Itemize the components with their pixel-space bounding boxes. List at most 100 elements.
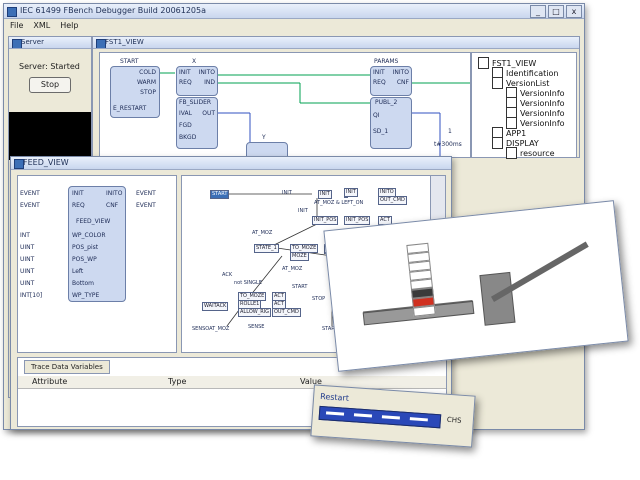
ecc-transition-label: AT_MOZ [252, 230, 273, 236]
left-event-label: EVENT [20, 202, 40, 209]
params-block[interactable]: INIT REQ INITO CNF [370, 66, 412, 96]
restart-bar-segment [381, 415, 400, 420]
ecc-transition-label: INIT [282, 190, 292, 196]
x-block[interactable]: INIT REQ INITO IND [176, 66, 218, 96]
ecc-action-name[interactable]: MOZE [290, 252, 309, 261]
ecc-action-output[interactable]: OUT_CMD [272, 308, 301, 317]
ecc-action-name[interactable]: INIT_POS [344, 216, 371, 225]
params-in-init: INIT [373, 69, 385, 76]
trace-header: Attribute Type Value [18, 376, 446, 389]
start-event-stop: STOP [140, 89, 156, 96]
side-value-one: 1 [448, 128, 452, 135]
graphic-view-canvas [362, 241, 589, 326]
server-status: Server: Started [19, 62, 80, 71]
data-input-label: POS_pist [72, 244, 99, 251]
params-out-cnf: CNF [396, 79, 409, 86]
ecc-transition-label: ACK [222, 272, 233, 278]
main-titlebar: IEC 61499 FBench Debugger Build 20061205… [4, 4, 584, 19]
x-in-req: REQ [179, 79, 192, 86]
x-out-inito: INITO [198, 69, 215, 76]
fst1-canvas: START COLD WARM STOP E_RESTART X INIT RE… [99, 52, 471, 158]
feed-view-icon [14, 159, 24, 169]
ecc-arc [271, 223, 318, 247]
x-out-ind: IND [204, 79, 215, 86]
event-output-label: CNF [106, 202, 119, 209]
ecc-transition-label: STOP [312, 296, 326, 302]
ecc-transition-label: AT_MOZ [282, 266, 303, 272]
restart-bar[interactable] [318, 405, 442, 429]
event-input-label: INIT [72, 190, 84, 197]
document-icon [492, 77, 503, 89]
document-icon [492, 137, 503, 149]
restart-bar-segment [325, 411, 345, 416]
ecc-state[interactable]: INIT_POS [312, 216, 339, 225]
tree-item[interactable]: resource [506, 147, 555, 159]
data-type-label: INT[10] [20, 292, 43, 299]
start-block[interactable]: COLD WARM STOP E_RESTART [110, 66, 160, 118]
event-output-label: INITO [106, 190, 123, 197]
app-icon [7, 7, 17, 17]
main-window-title: IEC 61499 FBench Debugger Build 20061205… [20, 6, 207, 15]
trace-col-type[interactable]: Type [168, 377, 186, 386]
close-button[interactable]: x [566, 5, 582, 18]
data-input-label: WP_COLOR [72, 232, 106, 239]
start-event-warm: WARM [136, 79, 156, 86]
left-event-label: EVENT [20, 190, 40, 197]
feed-view-titlebar: FEED_VIEW [11, 157, 451, 170]
fb-slider-name: FB_SLIDER [179, 99, 212, 106]
ecc-start-state[interactable]: START [210, 190, 230, 199]
fb-slider-block[interactable]: FB_SLIDER IVAL FGD BKGD OUT [176, 97, 218, 149]
ecc-state[interactable]: STATE_1 [254, 244, 279, 253]
right-event-label: EVENT [136, 190, 156, 197]
fb-slider-in-bkgd: BKGD [179, 134, 197, 141]
resource-tree: FST1_VIEW Identification VersionList Versio… [471, 52, 577, 159]
feed-view-title: FEED_VIEW [23, 158, 69, 167]
params-out-inito: INITO [392, 69, 409, 76]
start-type: E_RESTART [113, 105, 147, 112]
publ2-name: PUBL_2 [375, 99, 398, 106]
document-icon [478, 57, 489, 69]
maximize-button[interactable]: □ [548, 5, 564, 18]
ecc-action-output[interactable]: OUT_CMD [378, 196, 407, 205]
view-icon [96, 39, 106, 48]
restart-window: Restart CHS [310, 384, 476, 448]
menu-help[interactable]: Help [60, 19, 78, 32]
graphic-view-window [323, 200, 629, 372]
tree-item-label: resource [520, 148, 555, 158]
feed-fb-canvas: EVENT EVENT INIT REQ INITO CNF EVENT EVENT FEED_… [17, 175, 177, 353]
menubar: File XML Help [4, 19, 584, 32]
publ2-in-sd1: SD_1 [373, 128, 389, 135]
x-in-init: INIT [179, 69, 191, 76]
params-in-req: REQ [373, 79, 386, 86]
fst1-title: FST1_VIEW [105, 38, 144, 46]
trace-tab[interactable]: Trace Data Variables [24, 360, 110, 374]
data-type-label: UINT [20, 256, 35, 263]
y-block-name: Y [262, 134, 266, 141]
stop-button[interactable]: Stop [29, 77, 71, 93]
ecc-transition-label: SENSOAT_MOZ [192, 326, 230, 332]
restart-bar-segment [353, 413, 373, 418]
right-event-label: EVENT [136, 202, 156, 209]
data-type-label: UINT [20, 268, 35, 275]
ecc-transition-label: START [292, 284, 308, 290]
ecc-action-name[interactable] [344, 196, 348, 198]
data-input-label: Left [72, 268, 84, 275]
document-icon [506, 147, 517, 159]
data-type-label: INT [20, 232, 30, 239]
server-console [9, 112, 91, 160]
ecc-state[interactable]: INIT [318, 190, 332, 199]
minimize-button[interactable]: _ [530, 5, 546, 18]
restart-label: Restart [319, 391, 350, 403]
data-input-label: WP_TYPE [72, 292, 100, 299]
trace-col-attribute[interactable]: Attribute [32, 377, 67, 386]
menu-file[interactable]: File [10, 19, 23, 32]
data-input-label: POS_WP [72, 256, 97, 263]
side-value-time: t#300ms [434, 141, 462, 148]
ecc-action-name[interactable]: ALLOW_RIG [238, 308, 272, 317]
ecc-state[interactable]: WAITACK [202, 302, 229, 311]
server-icon [12, 39, 22, 48]
menu-xml[interactable]: XML [33, 19, 50, 32]
start-block-name: START [120, 58, 139, 65]
fst1-titlebar: FST1_VIEW [93, 37, 579, 49]
publ2-block[interactable]: PUBL_2 QI SD_1 [370, 97, 412, 149]
